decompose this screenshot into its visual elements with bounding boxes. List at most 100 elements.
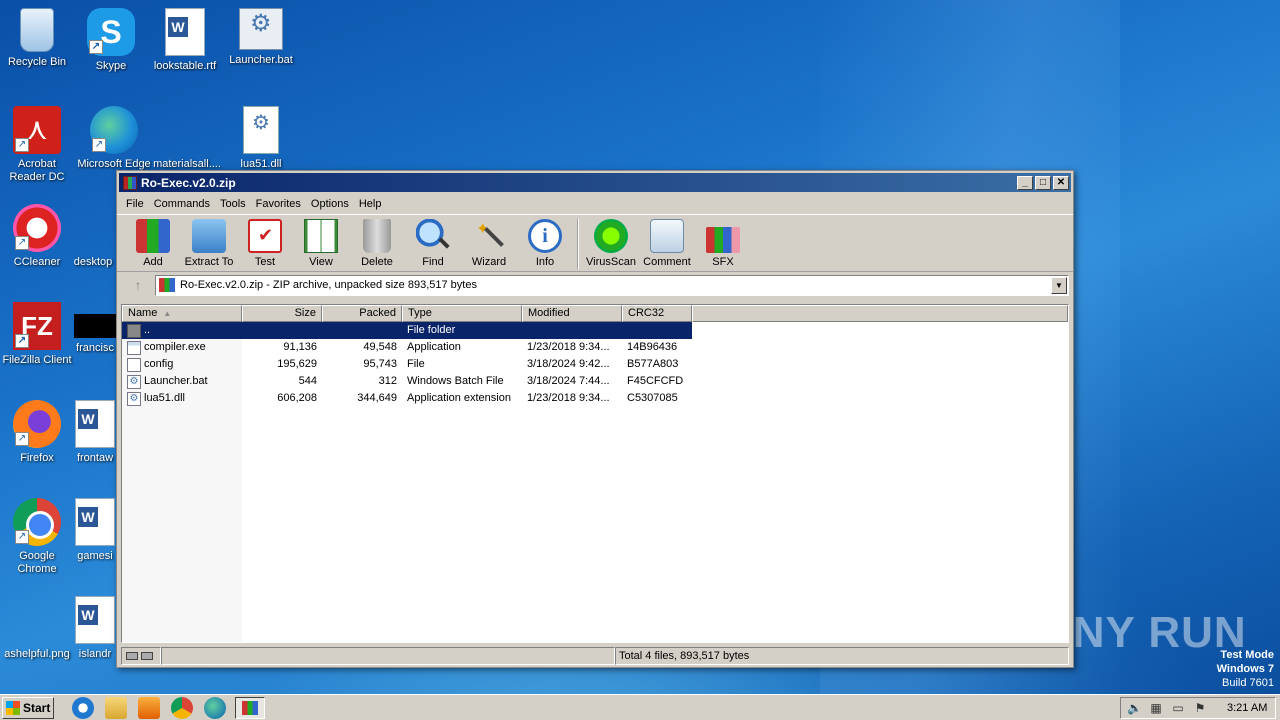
view-book-icon <box>304 219 338 253</box>
desktop-icon-label: Firefox <box>20 452 54 464</box>
status-total: Total 4 files, 893,517 bytes <box>615 647 1069 665</box>
windows-version-line: Windows 7 <box>1216 663 1274 675</box>
tool-label: VirusScan <box>586 256 636 268</box>
batch-file-icon <box>127 374 141 389</box>
winrar-icon <box>123 175 137 190</box>
winrar-taskbar-button[interactable] <box>235 696 265 719</box>
window-title: Ro-Exec.v2.0.zip <box>141 175 236 190</box>
column-header-packed[interactable]: Packed <box>322 305 402 322</box>
batch-file-icon <box>239 8 283 50</box>
file-explorer-icon[interactable] <box>105 696 127 719</box>
table-row[interactable]: Launcher.bat 544 312 Windows Batch File … <box>122 373 1068 390</box>
desktop-icon-ccleaner[interactable]: ↗ CCleaner <box>0 204 74 269</box>
desktop-icon-firefox[interactable]: ↗ Firefox <box>0 400 74 465</box>
desktop-icon-francisc[interactable]: francisc <box>74 302 122 355</box>
desktop-icon-edge[interactable]: ↗ Microsoft Edge <box>74 106 154 171</box>
desktop-icon-label: Launcher.bat <box>229 54 293 66</box>
desktop-icon-ashelpful[interactable]: ashelpful.png <box>0 596 74 661</box>
desktop-icon-launcher-bat[interactable]: Launcher.bat <box>224 8 298 67</box>
column-header-name[interactable]: Name ▲ <box>122 305 242 322</box>
chevron-down-icon[interactable]: ▼ <box>1051 276 1067 294</box>
volume-icon[interactable]: 🔈 <box>1127 701 1142 715</box>
file-list[interactable]: Name ▲ Size Packed Type Modified CRC32 ..… <box>121 304 1069 643</box>
desktop-icon-label: Skype <box>95 60 127 72</box>
desktop-icon-chrome[interactable]: ↗ Google Chrome <box>0 498 74 576</box>
desktop-icon-filezilla[interactable]: FZ ↗ FileZilla Client <box>0 302 74 367</box>
menu-help[interactable]: Help <box>354 198 387 210</box>
taskbar: Start 🔈 ▦ ▭ ⚑ 3:21 AM <box>0 694 1280 720</box>
clock[interactable]: 3:21 AM <box>1227 702 1267 714</box>
system-tray: 🔈 ▦ ▭ ⚑ 3:21 AM <box>1120 697 1276 719</box>
recycle-bin-icon <box>20 8 54 52</box>
desktop-icon-skype[interactable]: S ↗ Skype <box>74 8 148 73</box>
internet-explorer-icon[interactable] <box>72 696 94 719</box>
tool-label: Delete <box>361 256 393 268</box>
display-icon[interactable]: ▭ <box>1171 701 1185 715</box>
add-button[interactable]: Add <box>125 215 181 268</box>
up-arrow-icon[interactable]: ↑ <box>121 274 155 296</box>
wizard-button[interactable]: Wizard <box>461 215 517 268</box>
file-icon <box>70 204 118 252</box>
close-button[interactable]: ✕ <box>1053 175 1069 190</box>
start-button[interactable]: Start <box>2 696 54 719</box>
toolbar: Add Extract To Test View Delete Find Wiz… <box>117 214 1073 272</box>
dll-file-icon <box>127 391 141 406</box>
sfx-button[interactable]: SFX <box>695 215 751 268</box>
view-button[interactable]: View <box>293 215 349 268</box>
table-row[interactable]: lua51.dll 606,208 344,649 Application ex… <box>122 390 1068 407</box>
desktop-icon-label: islandr <box>78 648 112 660</box>
find-button[interactable]: Find <box>405 215 461 268</box>
desktop-icon-lookstable[interactable]: lookstable.rtf <box>148 8 222 73</box>
extract-to-button[interactable]: Extract To <box>181 215 237 268</box>
desktop-icon-acrobat[interactable]: ⋏ ↗ Acrobat Reader DC <box>0 106 74 184</box>
comment-button[interactable]: Comment <box>639 215 695 268</box>
delete-button[interactable]: Delete <box>349 215 405 268</box>
extract-folder-icon <box>192 219 226 253</box>
table-row[interactable]: .. File folder <box>122 322 692 339</box>
tool-label: Wizard <box>471 256 507 268</box>
network-icon[interactable]: ▦ <box>1149 701 1163 715</box>
archive-path-field[interactable]: Ro-Exec.v2.0.zip - ZIP archive, unpacked… <box>155 274 1069 296</box>
column-header-type[interactable]: Type <box>402 305 522 322</box>
tool-label: Add <box>143 256 163 268</box>
chrome-taskbar-icon[interactable] <box>171 696 193 719</box>
maximize-button[interactable]: □ <box>1035 175 1051 190</box>
desktop-icon-materialsall[interactable]: materialsall.... <box>150 106 224 171</box>
desktop-icon-desktop[interactable]: desktop <box>70 204 116 269</box>
menu-favorites[interactable]: Favorites <box>251 198 306 210</box>
status-bar: Total 4 files, 893,517 bytes <box>121 647 1069 665</box>
desktop-icon-islandr[interactable]: islandr <box>74 596 116 661</box>
virusscan-button[interactable]: VirusScan <box>583 215 639 268</box>
desktop-icon-label: desktop <box>73 256 113 268</box>
minimize-button[interactable]: _ <box>1017 175 1033 190</box>
drive-key-icon[interactable] <box>121 647 161 665</box>
add-icon <box>136 219 170 253</box>
desktop-icon-label: Google Chrome <box>17 550 57 575</box>
menu-tools[interactable]: Tools <box>215 198 251 210</box>
filezilla-icon: FZ ↗ <box>13 302 61 350</box>
media-player-icon[interactable] <box>138 696 160 719</box>
desktop-icon-recycle-bin[interactable]: Recycle Bin <box>0 8 74 69</box>
column-header-size[interactable]: Size <box>242 305 322 322</box>
desktop-icon-lua51-dll[interactable]: lua51.dll <box>224 106 298 171</box>
menu-commands[interactable]: Commands <box>149 198 215 210</box>
test-button[interactable]: Test <box>237 215 293 268</box>
table-row[interactable]: config 195,629 95,743 File 3/18/2024 9:4… <box>122 356 1068 373</box>
menu-file[interactable]: File <box>121 198 149 210</box>
column-header-modified[interactable]: Modified <box>522 305 622 322</box>
application-icon <box>127 340 141 355</box>
desktop-icon-frontaw[interactable]: frontaw <box>74 400 116 465</box>
chrome-icon: ↗ <box>13 498 61 546</box>
column-header-crc32[interactable]: CRC32 <box>622 305 692 322</box>
window-titlebar[interactable]: Ro-Exec.v2.0.zip _ □ ✕ <box>119 173 1071 192</box>
info-button[interactable]: i Info <box>517 215 573 268</box>
winrar-window[interactable]: Ro-Exec.v2.0.zip _ □ ✕ File Commands Too… <box>116 170 1074 668</box>
magic-wand-icon <box>472 219 506 253</box>
sfx-box-icon <box>706 227 740 253</box>
tool-label: View <box>309 256 333 268</box>
action-center-flag-icon[interactable]: ⚑ <box>1193 701 1207 715</box>
edge-taskbar-icon[interactable] <box>204 696 226 719</box>
menu-options[interactable]: Options <box>306 198 354 210</box>
desktop-icon-gamesi[interactable]: gamesi <box>74 498 116 563</box>
table-row[interactable]: compiler.exe 91,136 49,548 Application 1… <box>122 339 1068 356</box>
